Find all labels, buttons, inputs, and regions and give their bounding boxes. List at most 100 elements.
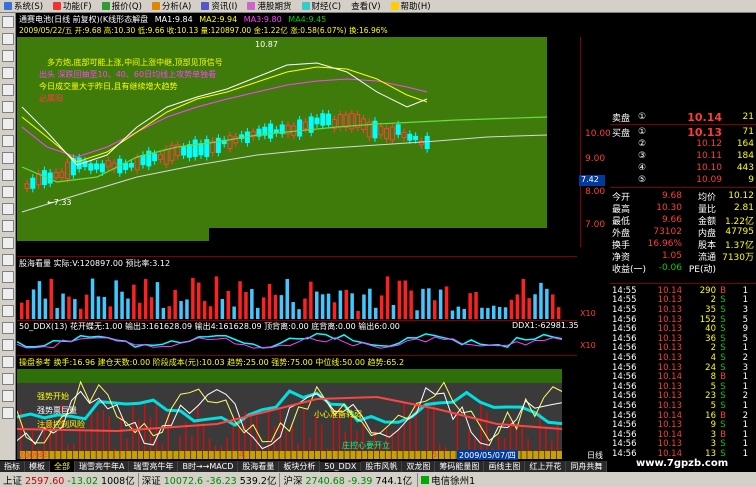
indicator-tab[interactable]: 模板 bbox=[25, 460, 50, 472]
candle-body bbox=[401, 131, 407, 139]
candle-body bbox=[99, 163, 105, 173]
sh-index[interactable]: 上证 2597.60 -13.02 1008亿 bbox=[0, 473, 138, 487]
chart-area[interactable]: 通赛电池(日线 前复权)(K线形态解盘 MA1:9.84 MA2:9.94 MA… bbox=[17, 13, 611, 461]
indicator-tab[interactable]: 股海看量 bbox=[238, 460, 280, 472]
indicator-tab[interactable]: B时→→MACD bbox=[178, 460, 239, 472]
menu-analysis[interactable]: 分析(A) bbox=[148, 0, 197, 12]
pattern-note-4: 必属阳 bbox=[39, 94, 63, 103]
indicator-tabs: 指标 模板 全部 瑞雪亮牛年A 瑞雪亮牛年 B时→→MACD 股海看量 板块分析 50_DDX 股… bbox=[0, 460, 610, 472]
indicator-tab[interactable]: 画线主图 bbox=[484, 460, 526, 472]
menu-view[interactable]: 查看(V) bbox=[347, 0, 386, 12]
candle-body bbox=[140, 154, 146, 166]
tick-row: 14:56 10.13 2 S 1 bbox=[612, 343, 748, 354]
tool-button-4[interactable] bbox=[2, 67, 14, 79]
stat-row: 换手 16.96% 股本 1.37亿 bbox=[612, 239, 754, 251]
tool-button-18[interactable] bbox=[2, 305, 14, 317]
menu-function[interactable]: 功能(F) bbox=[49, 0, 98, 12]
candle-body bbox=[227, 135, 233, 150]
high-price-marker: 10.87 bbox=[255, 40, 278, 49]
menu-quote[interactable]: 报价(Q) bbox=[98, 0, 148, 12]
tool-button-20[interactable] bbox=[2, 339, 14, 351]
indicator-tab[interactable]: 瑞雪亮牛年 bbox=[129, 460, 179, 472]
volume-bar bbox=[533, 294, 537, 319]
ind-note-3: 注意控制风险 bbox=[37, 420, 85, 429]
hs-index[interactable]: 沪深 2740.68 -9.39 744.1亿 bbox=[279, 472, 415, 487]
candle-body bbox=[337, 113, 343, 128]
operating-reference-title: 操盘参考 换手:16.96 建仓天数:0.00 阶段成本(元):10.03 趋势… bbox=[19, 358, 405, 367]
volume-bar bbox=[332, 302, 337, 319]
sz-index[interactable]: 深证 10072.6 -36.23 539.2亿 bbox=[137, 472, 280, 487]
indicator-tab[interactable]: 双龙图 bbox=[402, 460, 436, 472]
indicator-tab[interactable]: 全部 bbox=[50, 460, 75, 472]
buy-3-row: ③ 10.11 184 bbox=[638, 151, 754, 161]
tool-button-7[interactable] bbox=[2, 118, 14, 130]
volume-bar bbox=[462, 308, 466, 319]
menu-help[interactable]: 帮助(H) bbox=[387, 0, 437, 12]
tick-row: 14:56 10.14 3 B 1 bbox=[612, 429, 748, 440]
volume-bar bbox=[374, 307, 378, 319]
volume-bar bbox=[320, 294, 325, 319]
indicator-tab[interactable]: 同舟共舞 bbox=[566, 460, 608, 472]
date-axis: 2009年 4 5 2009/05/07/四 日线 bbox=[19, 450, 603, 461]
volume-bar bbox=[344, 289, 348, 319]
candle-body bbox=[152, 153, 158, 162]
pattern-note-2: 出头 深跌回抽至10、40、60日均线上攻势单独看 bbox=[39, 70, 217, 79]
tool-button-5[interactable] bbox=[2, 84, 14, 96]
tick-row: 14:56 10.13 24 S 3 bbox=[612, 362, 748, 373]
tool-button-10[interactable] bbox=[2, 169, 14, 181]
tick-row: 14:56 10.13 5 S 1 bbox=[612, 400, 748, 411]
candle-body bbox=[302, 121, 308, 130]
indicator-tab[interactable]: 瑞雪亮牛年A bbox=[75, 460, 130, 472]
menu-finance[interactable]: 财经(C) bbox=[298, 0, 348, 12]
volume-bar bbox=[291, 302, 295, 319]
tool-button-11[interactable] bbox=[2, 186, 14, 198]
menu-system[interactable]: 系统(S) bbox=[0, 0, 49, 12]
tool-button-24[interactable] bbox=[2, 407, 14, 419]
tool-button-13[interactable] bbox=[2, 220, 14, 232]
volume-bar bbox=[208, 306, 213, 319]
indicator-tab[interactable]: 50_DDX bbox=[320, 461, 362, 471]
volume-bar bbox=[326, 293, 331, 319]
volume-bar bbox=[545, 288, 549, 319]
tool-button-1[interactable] bbox=[2, 16, 14, 28]
tool-button-19[interactable] bbox=[2, 322, 14, 334]
ind-note-1: 强势开始 bbox=[37, 392, 69, 401]
indicator-tab[interactable]: 筹码能量图 bbox=[435, 460, 485, 472]
tool-button-14[interactable] bbox=[2, 237, 14, 249]
menu-info[interactable]: 资讯(I) bbox=[197, 0, 243, 12]
tool-button-15[interactable] bbox=[2, 254, 14, 266]
indicator-tab[interactable]: 股市风帆 bbox=[361, 460, 403, 472]
candle-body bbox=[123, 162, 129, 171]
indicator-tab[interactable]: 红上开花 bbox=[525, 460, 567, 472]
tool-button-9[interactable] bbox=[2, 152, 14, 164]
tool-button-16[interactable] bbox=[2, 271, 14, 283]
candle-body bbox=[343, 114, 349, 128]
volume-bar bbox=[61, 293, 65, 319]
ma-long-line bbox=[21, 134, 547, 213]
menu-hk-futures[interactable]: 港股期货 bbox=[243, 0, 297, 12]
tool-button-8[interactable] bbox=[2, 135, 14, 147]
stat-row: 净资 1.05 流通 7130万 bbox=[612, 251, 754, 263]
indicator-tab[interactable]: 板块分析 bbox=[279, 460, 321, 472]
candle-body bbox=[395, 124, 401, 135]
volume-bar bbox=[79, 308, 83, 319]
candle-body bbox=[30, 177, 36, 189]
indicator-tab[interactable]: 指标 bbox=[0, 460, 25, 472]
tool-button-21[interactable] bbox=[2, 356, 14, 368]
candle-body bbox=[378, 125, 384, 136]
tool-button-23[interactable] bbox=[2, 390, 14, 402]
volume-bar bbox=[356, 310, 360, 319]
tool-button-3[interactable] bbox=[2, 50, 14, 62]
volume-bar bbox=[303, 298, 307, 319]
current-price-tag: 7.42 bbox=[579, 175, 605, 186]
candle-body bbox=[407, 133, 413, 141]
tool-button-22[interactable] bbox=[2, 373, 14, 385]
candle-body bbox=[215, 137, 221, 153]
candle-body bbox=[163, 148, 169, 165]
tool-button-17[interactable] bbox=[2, 288, 14, 300]
tool-button-2[interactable] bbox=[2, 33, 14, 45]
volume-bar bbox=[503, 307, 508, 319]
tool-button-6[interactable] bbox=[2, 101, 14, 113]
volume-bar bbox=[120, 291, 124, 319]
tool-button-12[interactable] bbox=[2, 203, 14, 215]
